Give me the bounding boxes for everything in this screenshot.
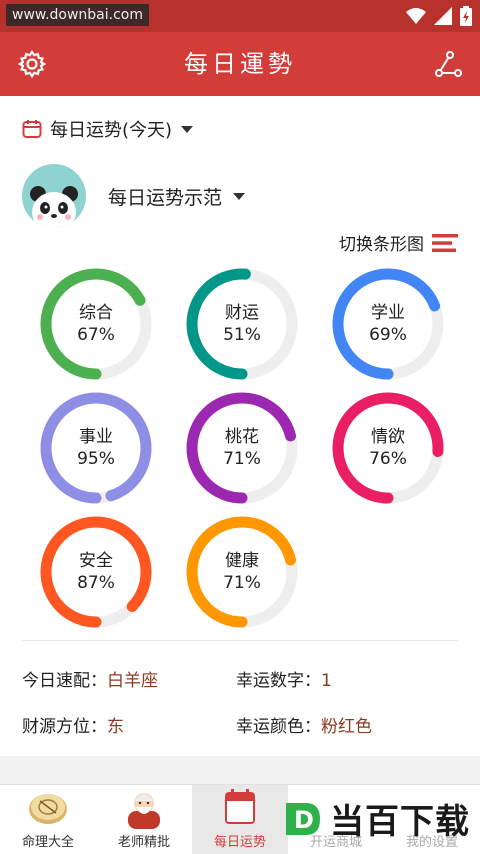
fortune-value: 76% [369, 449, 407, 469]
calendar-icon [22, 120, 42, 138]
fortune-ring: 桃花 71% [186, 392, 298, 504]
app-title: 每日運勢 [184, 50, 296, 78]
fortune-value: 51% [223, 325, 261, 345]
fortune-name: 综合 [79, 303, 113, 323]
wealth-direction: 财源方位：东 [22, 712, 124, 737]
fortune-card: 每日运势(今天) 每日运势示范 切换条形图 综合 67% 财运 51% 学业 6… [0, 96, 480, 756]
tab-fortune-encyclopedia[interactable]: 命理大全 [0, 785, 96, 854]
fortune-ring: 学业 69% [332, 268, 444, 380]
tab-label: 命理大全 [21, 835, 74, 850]
fortune-name: 健康 [225, 551, 259, 571]
fortune-name: 学业 [371, 303, 405, 323]
wifi-icon [406, 8, 426, 24]
brand-text: 当百下载 [330, 802, 470, 842]
wealth-direction-value: 东 [107, 717, 124, 737]
fortune-name: 事业 [79, 427, 113, 447]
lucky-number-value: 1 [321, 671, 332, 691]
fortune-ring: 健康 71% [186, 516, 298, 628]
share-button[interactable] [432, 48, 464, 80]
speed-match-value: 白羊座 [107, 671, 158, 691]
brand-logo-icon: D [286, 802, 320, 835]
profile-selector[interactable]: 每日运势示范 [22, 164, 246, 228]
fortune-value: 95% [77, 449, 115, 469]
switch-chart-label: 切换条形图 [339, 235, 424, 255]
tab-master-review[interactable]: 老师精批 [96, 785, 192, 854]
fortune-value: 71% [223, 449, 261, 469]
fortune-name: 财运 [225, 303, 259, 323]
bar-chart-icon [432, 233, 458, 252]
calendar-icon [225, 789, 255, 824]
dropdown-arrow-icon [233, 193, 246, 200]
date-selector[interactable]: 每日运势(今天) [22, 116, 194, 142]
fortune-ring: 情欲 76% [332, 392, 444, 504]
fortune-ring: 安全 87% [40, 516, 152, 628]
divider [22, 640, 458, 641]
speed-match: 今日速配：白羊座 [22, 666, 158, 691]
watermark: www.downbai.com [6, 4, 149, 26]
switch-chart-button[interactable]: 切换条形图 [339, 230, 458, 255]
brand-logo-letter: D [294, 806, 314, 834]
fortune-ring: 事业 95% [40, 392, 152, 504]
app-bar: 每日運勢 [0, 32, 480, 96]
lucky-color-label: 幸运颜色： [236, 717, 321, 737]
fortune-ring: 综合 67% [40, 268, 152, 380]
share-icon [435, 51, 462, 77]
fortune-value: 67% [77, 325, 115, 345]
fortune-ring: 财运 51% [186, 268, 298, 380]
lucky-number-label: 幸运数字： [236, 671, 321, 691]
fortune-value: 69% [369, 325, 407, 345]
status-bar: www.downbai.com [0, 0, 480, 32]
signal-icon [434, 7, 452, 25]
speed-match-label: 今日速配： [22, 671, 107, 691]
master-icon [128, 793, 160, 829]
panda-icon [30, 186, 78, 228]
fortune-value: 71% [223, 573, 261, 593]
fortune-name: 安全 [79, 551, 113, 571]
compass-icon [29, 794, 67, 824]
tab-label: 每日运势 [213, 835, 266, 850]
profile-name: 每日运势示范 [108, 186, 223, 209]
date-label: 每日运势(今天) [50, 120, 173, 141]
dropdown-arrow-icon [181, 126, 194, 133]
tab-daily-fortune[interactable]: 每日运势 [192, 785, 288, 854]
avatar[interactable] [22, 164, 86, 228]
battery-icon [460, 6, 472, 26]
fortune-value: 87% [77, 573, 115, 593]
status-icons [406, 6, 472, 26]
wealth-direction-label: 财源方位： [22, 717, 107, 737]
brand-watermark: D 当百下载 [280, 794, 470, 843]
lucky-color: 幸运颜色：粉红色 [236, 712, 372, 737]
lucky-color-value: 粉红色 [321, 717, 372, 737]
fortune-name: 情欲 [371, 427, 405, 447]
fortune-name: 桃花 [225, 427, 259, 447]
fortune-rings: 综合 67% 财运 51% 学业 69% 事业 95% 桃花 71% 情欲 76% 安全 87% 健康 71% [0, 268, 480, 648]
lucky-number: 幸运数字：1 [236, 666, 332, 691]
tab-label: 老师精批 [117, 835, 170, 850]
